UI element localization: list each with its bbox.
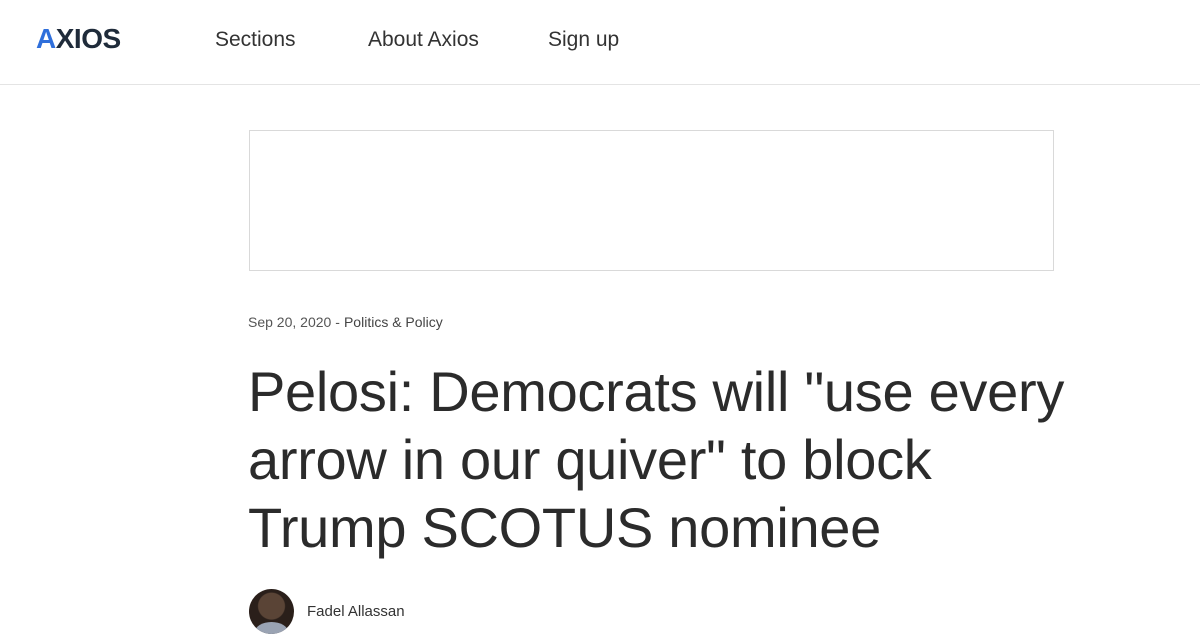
author-name[interactable]: Fadel Allassan [307,603,405,620]
byline: Fadel Allassan [249,588,405,634]
nav-sections-link[interactable]: Sections [215,26,296,54]
axios-logo[interactable]: A XIOS [36,23,121,54]
nav-signup-link[interactable]: Sign up [548,26,619,54]
article-category[interactable]: Politics & Policy [344,314,443,330]
article-meta: Sep 20, 2020 - Politics & Policy [248,314,443,330]
avatar-shoulders [255,621,288,634]
article-date: Sep 20, 2020 [248,314,332,330]
meta-separator: - [335,314,340,330]
nav-about-link[interactable]: About Axios [368,26,479,54]
article-headline: Pelosi: Democrats will "use every arrow … [248,360,1065,559]
ad-placeholder [249,130,1054,271]
logo-text: XIOS [55,23,121,54]
logo-letter-a: A [36,23,56,54]
top-navigation-bar: A XIOS Sections About Axios Sign up [0,0,1200,85]
author-avatar[interactable] [249,588,294,634]
